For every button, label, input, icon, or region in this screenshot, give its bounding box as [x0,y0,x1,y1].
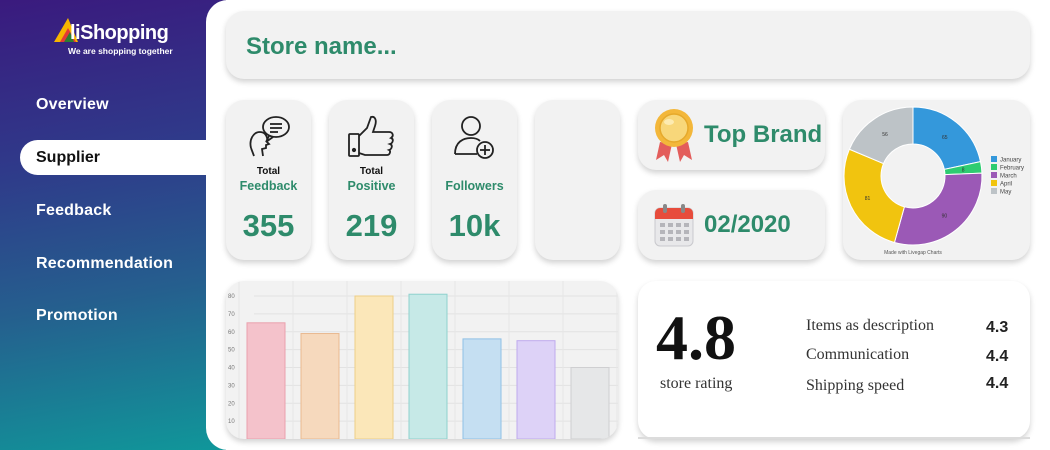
legend-swatch [991,172,997,178]
stat-followers-value: 10k [448,208,501,243]
stat-card-positive: Total Positive 219 [329,100,414,260]
nav-supplier[interactable]: Supplier [20,140,226,175]
pie-footer: Made with Livegap Charts [884,250,942,256]
sidebar: liShopping We are shopping together Over… [0,0,226,450]
stat-feedback-line1: Total [256,166,281,177]
pie-value-label: 8 [962,168,965,174]
stat-positive-line1: Total [359,166,384,177]
since-date-badge: 02/2020 [638,190,825,260]
y-tick-label: 80 [228,294,235,300]
stat-card-empty [535,100,620,260]
pie-value-label: 81 [865,196,871,202]
pie-value-label: 56 [882,132,888,138]
pie-value-label: 65 [942,135,948,141]
monthly-pie-chart: 65 8 90 81 56 January February March April May Mad… [843,100,1030,260]
legend-label: January [1000,158,1021,164]
store-rating-label: store rating [660,375,733,392]
pie-value-label: 90 [942,214,948,220]
y-tick-label: 10 [228,419,235,425]
rating-divider [638,437,1030,439]
bar-6 [516,340,556,439]
rating-communication-value: 4.4 [986,348,1009,365]
nav-promotion[interactable]: Promotion [36,307,118,325]
stat-positive-line2: Positive [347,179,396,193]
y-tick-label: 50 [228,348,235,354]
stat-feedback-value: 355 [242,208,295,243]
pie-slice-march [893,172,983,246]
legend-swatch [991,188,997,194]
legend-label: February [1000,166,1024,172]
stat-followers-line2: Followers [445,179,504,193]
bar-3 [354,295,394,439]
store-name-bar[interactable]: Store name... [226,11,1030,79]
since-date-label: 02/2020 [704,211,791,238]
rating-shipping-label: Shipping speed [806,377,905,394]
calendar-icon [654,204,694,247]
add-user-icon [453,116,494,159]
y-tick-label: 60 [228,330,235,336]
pie-slice-april [843,148,906,244]
bar-5 [462,338,502,439]
brand-tagline: We are shopping together [68,46,173,56]
stat-positive-value: 219 [345,208,398,243]
nav-overview[interactable]: Overview [36,96,109,114]
rating-items-label: Items as description [806,317,934,334]
bar-chart-svg: 10 20 30 40 50 60 70 80 [228,281,618,439]
rating-shipping-value: 4.4 [986,375,1009,392]
top-brand-label: Top Brand [704,121,823,148]
nav-feedback[interactable]: Feedback [36,202,111,220]
nav-supplier-label: Supplier [36,149,101,166]
y-tick-label: 40 [228,366,235,372]
legend-swatch [991,180,997,186]
store-rating-card: 4.8 store rating Items as description 4.… [638,281,1030,439]
bar-4 [408,293,448,439]
legend-label: March [1000,174,1017,180]
thumbs-up-icon [347,115,394,157]
store-name-placeholder: Store name... [246,33,397,60]
legend-label: April [1000,182,1012,188]
bar-7 [570,367,610,439]
brand-name: liShopping [70,22,169,44]
top-brand-badge: Top Brand [638,100,825,170]
stat-card-feedback: Total Feedback 355 [226,100,311,260]
rating-communication-label: Communication [806,346,910,363]
bar-chart-card: 10 20 30 40 50 60 70 80 [226,281,618,439]
stat-card-followers: Followers 10k [432,100,517,260]
stat-feedback-line2: Feedback [239,179,298,193]
legend-swatch [991,156,997,162]
speech-bubble-person-icon [249,116,290,157]
medal-icon [655,109,693,162]
y-tick-label: 30 [228,383,235,389]
bar-1 [246,322,286,439]
y-tick-label: 70 [228,312,235,318]
pie-chart-svg: 65 8 90 81 56 January February March April May Mad… [843,106,1024,256]
nav-recommendation[interactable]: Recommendation [36,255,173,273]
store-rating-score: 4.8 [656,302,736,373]
legend-swatch [991,164,997,170]
rating-items-value: 4.3 [986,319,1009,336]
y-tick-label: 20 [228,401,235,407]
legend-label: May [1000,190,1011,196]
bar-2 [300,333,340,439]
